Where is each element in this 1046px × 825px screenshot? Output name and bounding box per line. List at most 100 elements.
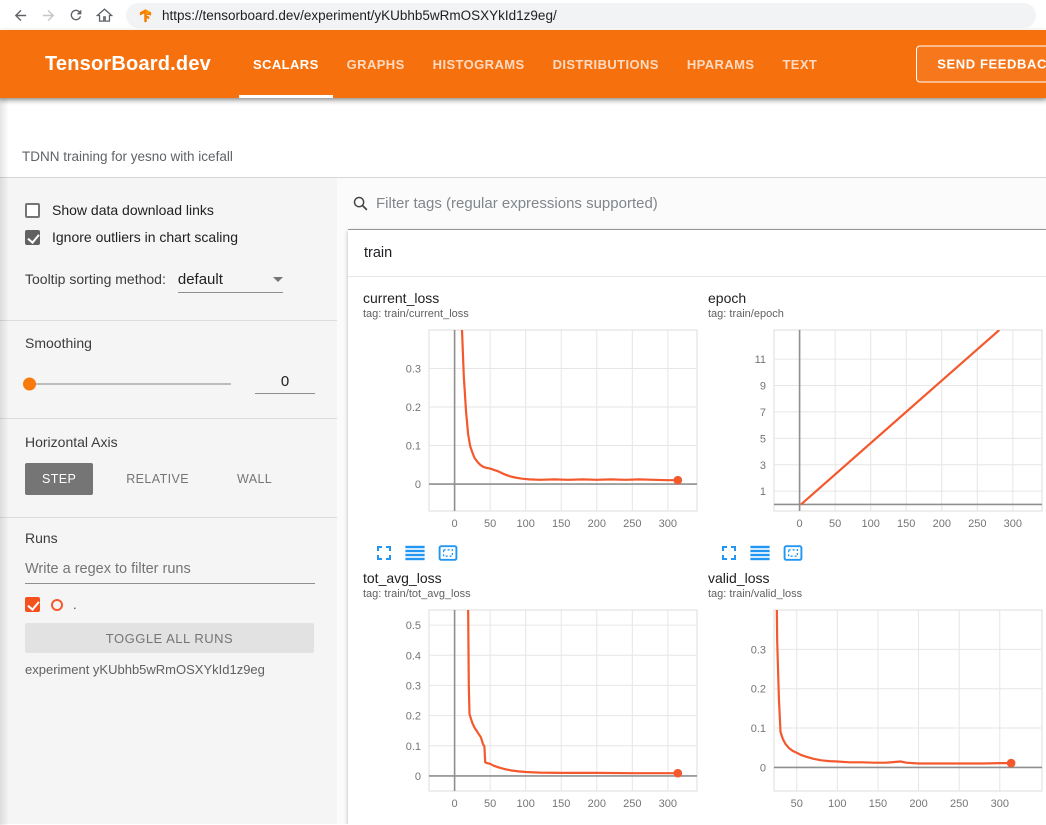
browser-toolbar: https://tensorboard.dev/experiment/yKUbh… <box>0 0 1046 30</box>
url-bar[interactable]: https://tensorboard.dev/experiment/yKUbh… <box>126 3 1036 28</box>
chart-tag: tag: train/tot_avg_loss <box>363 587 698 601</box>
svg-text:150: 150 <box>869 798 887 810</box>
experiment-id-label: experiment yKUbhb5wRmOSXYkId1z9eg <box>25 662 315 677</box>
runs-filter-input[interactable] <box>25 557 315 584</box>
svg-text:0.2: 0.2 <box>751 684 766 696</box>
app-header: TensorBoard.dev SCALARS GRAPHS HISTOGRAM… <box>0 30 1046 98</box>
svg-text:0: 0 <box>760 762 766 774</box>
run-name: . <box>73 597 77 612</box>
tooltip-sorting-dropdown[interactable]: default <box>178 271 283 293</box>
chart-epoch: epoch tag: train/epoch 05010015020025030… <box>708 289 1043 563</box>
forward-icon[interactable] <box>34 1 62 29</box>
chart-current-loss: current_loss tag: train/current_loss 0 50… <box>363 289 698 563</box>
chart-title: current_loss <box>363 289 698 307</box>
smoothing-slider[interactable] <box>25 383 231 385</box>
chart-action-icons <box>363 823 698 824</box>
tag-filter-row <box>348 178 1046 230</box>
chevron-down-icon <box>273 277 283 282</box>
tab-hparams[interactable]: HPARAMS <box>673 30 769 98</box>
svg-text:0.5: 0.5 <box>406 620 421 632</box>
svg-text:0: 0 <box>452 518 458 530</box>
horizontal-axis-label: Horizontal Axis <box>25 434 315 450</box>
train-section-header[interactable]: train <box>348 230 1046 277</box>
chart-plot-area[interactable]: 5010015020025030000.10.20.3 <box>708 603 1043 815</box>
axis-relative-button[interactable]: RELATIVE <box>109 463 206 495</box>
tensorboard-page: https://tensorboard.dev/experiment/yKUbh… <box>0 0 1046 825</box>
svg-text:11: 11 <box>755 354 766 366</box>
axis-step-button[interactable]: STEP <box>25 463 93 495</box>
axis-wall-button[interactable]: WALL <box>220 463 289 495</box>
chart-plot-area[interactable]: 05010015020025030000.10.20.30.40.5 <box>363 603 698 815</box>
home-icon[interactable] <box>90 1 118 29</box>
run-color-circle <box>51 599 63 611</box>
settings-sidebar: Show data download links Ignore outliers… <box>0 178 337 824</box>
chart-tot-avg-loss: tot_avg_loss tag: train/tot_avg_loss 050… <box>363 569 698 824</box>
chart-valid-loss: valid_loss tag: train/valid_loss 50 100 15… <box>708 569 1043 824</box>
svg-text:50: 50 <box>791 798 803 810</box>
svg-text:0: 0 <box>415 771 421 783</box>
fit-domain-icon[interactable] <box>783 545 803 561</box>
train-section-card: train current_loss tag: train/current_lo… <box>348 230 1046 824</box>
brand-title: TensorBoard.dev <box>0 53 211 76</box>
svg-text:100: 100 <box>516 798 534 810</box>
log-scale-lines-icon[interactable] <box>405 545 425 561</box>
svg-text:300: 300 <box>991 798 1009 810</box>
svg-text:0.3: 0.3 <box>751 644 766 656</box>
charts-grid: current_loss tag: train/current_loss 050… <box>348 277 1046 824</box>
smoothing-slider-thumb[interactable] <box>23 377 36 390</box>
smoothing-label: Smoothing <box>25 335 315 351</box>
svg-text:0.1: 0.1 <box>406 741 421 753</box>
svg-text:300: 300 <box>659 798 677 810</box>
svg-text:250: 250 <box>623 518 641 530</box>
svg-text:200: 200 <box>909 798 927 810</box>
fullscreen-icon[interactable] <box>721 545 737 561</box>
chart-title: epoch <box>708 289 1043 307</box>
chart-plot-area[interactable]: 05010015020025030000.10.20.3 <box>363 323 698 535</box>
svg-text:0.2: 0.2 <box>406 402 421 414</box>
log-scale-lines-icon[interactable] <box>750 545 770 561</box>
tab-distributions[interactable]: DISTRIBUTIONS <box>539 30 673 98</box>
tab-graphs[interactable]: GRAPHS <box>333 30 419 98</box>
tab-scalars[interactable]: SCALARS <box>239 30 333 98</box>
svg-text:250: 250 <box>950 798 968 810</box>
svg-text:150: 150 <box>552 518 570 530</box>
chart-title: valid_loss <box>708 569 1043 587</box>
tab-histograms[interactable]: HISTOGRAMS <box>419 30 539 98</box>
fullscreen-icon[interactable] <box>376 545 392 561</box>
ignore-outliers-checkbox[interactable] <box>25 230 40 245</box>
tensorboard-favicon <box>138 8 153 23</box>
show-download-links-checkbox[interactable] <box>25 203 40 218</box>
svg-text:300: 300 <box>659 518 677 530</box>
svg-text:50: 50 <box>484 798 496 810</box>
run-checkbox[interactable] <box>25 597 40 612</box>
ignore-outliers-checkbox-row[interactable]: Ignore outliers in chart scaling <box>25 229 315 245</box>
reload-icon[interactable] <box>62 1 90 29</box>
experiment-title: TDNN training for yesno with icefall <box>22 149 233 164</box>
toggle-all-runs-button[interactable]: TOGGLE ALL RUNS <box>25 623 314 653</box>
fit-domain-icon[interactable] <box>438 545 458 561</box>
svg-text:0: 0 <box>452 798 458 810</box>
send-feedback-button[interactable]: SEND FEEDBACK <box>916 46 1046 83</box>
chart-tag: tag: train/valid_loss <box>708 587 1043 601</box>
svg-text:100: 100 <box>828 798 846 810</box>
smoothing-value[interactable]: 0 <box>255 373 315 394</box>
runs-label: Runs <box>25 530 315 546</box>
svg-text:300: 300 <box>1004 518 1022 530</box>
svg-text:150: 150 <box>897 518 915 530</box>
run-row[interactable]: . <box>25 597 315 612</box>
tooltip-sorting-label: Tooltip sorting method: <box>25 271 166 287</box>
svg-text:0.2: 0.2 <box>406 711 421 723</box>
search-icon <box>352 195 369 212</box>
svg-text:50: 50 <box>829 518 841 530</box>
svg-text:50: 50 <box>484 518 496 530</box>
svg-text:0.3: 0.3 <box>406 680 421 692</box>
svg-text:5: 5 <box>760 433 766 445</box>
show-download-links-checkbox-row[interactable]: Show data download links <box>25 202 315 218</box>
tab-text[interactable]: TEXT <box>768 30 831 98</box>
svg-text:0: 0 <box>797 518 803 530</box>
chart-plot-area[interactable]: 0501001502002503001357911 <box>708 323 1043 535</box>
chart-tag: tag: train/current_loss <box>363 307 698 321</box>
back-icon[interactable] <box>6 1 34 29</box>
tag-filter-input[interactable] <box>376 195 1046 212</box>
experiment-title-row: TDNN training for yesno with icefall <box>0 98 1046 178</box>
